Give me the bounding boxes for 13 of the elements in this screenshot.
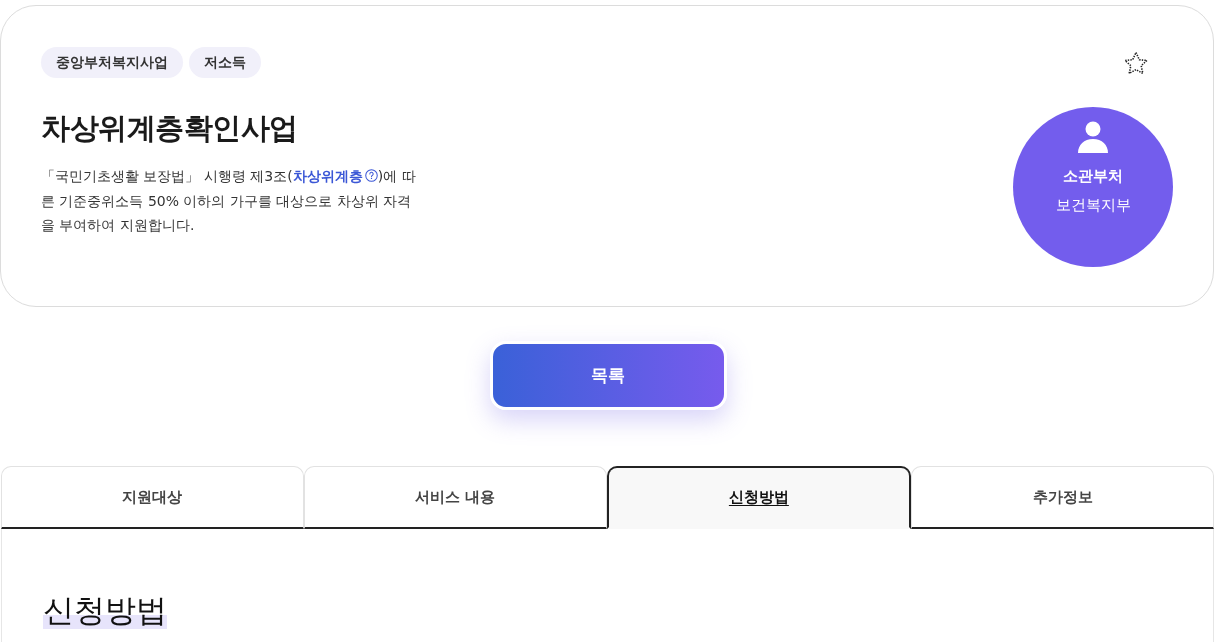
department-name: 보건복지부 xyxy=(1055,196,1131,215)
section-tab[interactable]: 서비스 내용 xyxy=(303,466,607,529)
term-link[interactable]: 차상위계층 xyxy=(292,168,378,184)
department-label: 소관부처 xyxy=(1063,167,1123,186)
section-tab[interactable]: 지원대상 xyxy=(1,466,304,529)
program-title: 차상위계층확인사업 xyxy=(41,110,299,147)
program-description: 「국민기초생활 보장법」 시행령 제3조(차상위계층 )에 따른 기준중위소득 50% 이하의 가구를 대상으로 차상위 자격을 부여하여 지원합니다. xyxy=(41,167,417,235)
section-tab[interactable]: 신청방법 xyxy=(606,466,912,529)
person-icon xyxy=(1076,121,1110,153)
section-tab[interactable]: 추가정보 xyxy=(911,466,1214,529)
category-tag: 저소득 xyxy=(189,47,261,78)
category-tag: 중앙부처복지사업 xyxy=(41,47,183,78)
help-icon xyxy=(364,169,378,182)
